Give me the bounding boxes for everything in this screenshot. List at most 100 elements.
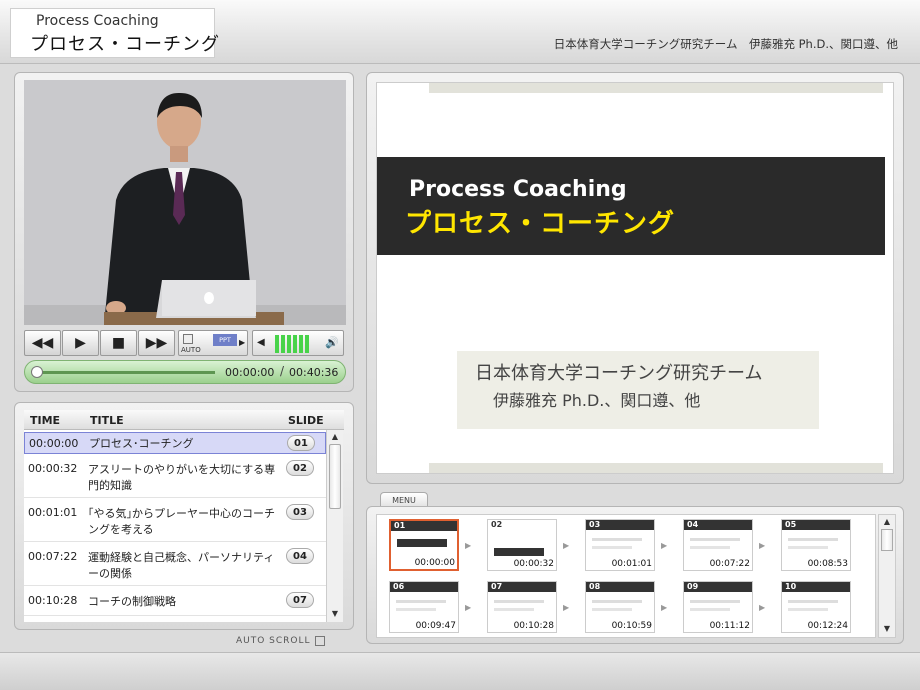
- chapter-time: 00:10:28: [28, 594, 78, 607]
- chapter-row[interactable]: 00:10:28 コーチの制御戦略 07: [24, 588, 326, 616]
- chapter-row[interactable]: 00:00:00 プロセス･コーチング 01: [24, 432, 326, 454]
- chapter-slide-badge: 07: [286, 592, 314, 608]
- auto-scroll-checkbox[interactable]: [314, 636, 325, 646]
- thumb-line: [396, 608, 436, 611]
- chapter-title: アスリートのやりがいを大切にする専門的知識: [88, 463, 276, 492]
- thumb-arrow-icon: ▶: [759, 541, 766, 550]
- scroll-down-icon[interactable]: ▼: [880, 623, 894, 635]
- time-separator: /: [280, 364, 285, 378]
- slide-title-band: Process Coaching プロセス・コーチング: [377, 157, 885, 255]
- thumb-time: 00:00:00: [414, 558, 455, 568]
- seek-bar[interactable]: 00:00:00 / 00:40:36: [24, 360, 346, 384]
- thumb-number: 04: [687, 520, 699, 529]
- slide-thumbnail[interactable]: 06 00:09:47: [389, 581, 459, 633]
- thumb-line: [396, 600, 446, 603]
- thumb-number: 07: [491, 582, 503, 591]
- thumb-arrow-icon: ▶: [563, 541, 570, 550]
- play-icon: ▶: [75, 335, 86, 351]
- rewind-button[interactable]: ◀◀: [24, 330, 61, 356]
- auto-checkbox[interactable]: [183, 334, 193, 344]
- chapter-time: 00:00:32: [28, 462, 78, 475]
- thumb-number: 08: [589, 582, 601, 591]
- chapter-list: 00:00:00 プロセス･コーチング 01 00:00:32 アスリートのやり…: [24, 430, 326, 622]
- slide-thumbnail[interactable]: 05 00:08:53: [781, 519, 851, 571]
- stop-button[interactable]: ■: [100, 330, 137, 356]
- menu-scrollbar[interactable]: ▲ ▼: [878, 514, 896, 638]
- play-button[interactable]: ▶: [62, 330, 99, 356]
- auto-scroll-label: AUTO SCROLL: [236, 636, 311, 646]
- slide-thumbnail[interactable]: 09 00:11:12: [683, 581, 753, 633]
- thumb-arrow-icon: ▶: [563, 603, 570, 612]
- thumb-line: [788, 546, 828, 549]
- slide-title-ja: プロセス・コーチング: [405, 209, 676, 239]
- chapter-slide-badge: 03: [286, 504, 314, 520]
- slide-thumbnail[interactable]: 01 00:00:00: [389, 519, 459, 571]
- volume-bar[interactable]: [287, 335, 291, 353]
- seek-track[interactable]: [35, 371, 215, 374]
- chapter-list-scrollbar[interactable]: ▲ ▼: [326, 430, 343, 622]
- volume-control[interactable]: ◀ 🔊: [252, 330, 344, 356]
- thumb-number: 05: [785, 520, 797, 529]
- chapter-slide-badge: 02: [286, 460, 314, 476]
- thumb-time: 00:10:59: [611, 621, 652, 631]
- chapter-row[interactable]: 00:07:22 運動経験と自己概念、パーソナリティーの関係 04: [24, 544, 326, 586]
- thumb-line: [690, 608, 730, 611]
- slide-thumbnail[interactable]: 10 00:12:24: [781, 581, 851, 633]
- scroll-thumb[interactable]: [881, 529, 893, 551]
- scroll-thumb[interactable]: [329, 444, 341, 509]
- volume-bar[interactable]: [293, 335, 297, 353]
- thumb-line: [592, 546, 632, 549]
- volume-bar[interactable]: [305, 335, 309, 353]
- chapter-row[interactable]: 00:01:01 ｢やる気｣からプレーヤー中心のコーチングを考える 03: [24, 500, 326, 542]
- volume-bar[interactable]: [299, 335, 303, 353]
- thumb-number: 10: [785, 582, 797, 591]
- total-time: 00:40:36: [289, 366, 339, 379]
- auto-slide-toggle[interactable]: AUTO PPT ▶: [178, 330, 248, 356]
- fast-forward-button[interactable]: ▶▶: [138, 330, 175, 356]
- scroll-down-icon[interactable]: ▼: [328, 608, 342, 620]
- thumb-number: 01: [394, 521, 406, 530]
- thumb-line: [788, 608, 828, 611]
- thumb-time: 00:12:24: [807, 621, 848, 631]
- slide-thumbnail[interactable]: 02 00:00:32: [487, 519, 557, 571]
- footer-bar: [0, 652, 920, 690]
- slide-credit-box: 日本体育大学コーチング研究チーム 伊藤雅充 Ph.D.、関口遵、他: [457, 351, 819, 429]
- thumb-time: 00:08:53: [807, 559, 848, 569]
- slide-view: Process Coaching プロセス・コーチング 日本体育大学コーチング研…: [376, 82, 894, 474]
- ppt-arrow-icon[interactable]: ▶: [239, 338, 245, 347]
- rewind-icon: ◀◀: [31, 335, 54, 351]
- chapter-title: コーチの制御戦略: [88, 595, 176, 608]
- chapter-row[interactable]: 00:00:32 アスリートのやりがいを大切にする専門的知識 02: [24, 456, 326, 498]
- slide-thumbnail[interactable]: 03 00:01:01: [585, 519, 655, 571]
- thumb-line: [494, 548, 544, 556]
- volume-bar[interactable]: [281, 335, 285, 353]
- column-header-slide: SLIDE: [288, 414, 324, 427]
- thumb-line: [592, 600, 642, 603]
- slide-thumbnail[interactable]: 08 00:10:59: [585, 581, 655, 633]
- chapter-title: 運動経験と自己概念、パーソナリティーの関係: [88, 551, 275, 580]
- chapter-time: 00:01:01: [28, 506, 78, 519]
- volume-up-icon[interactable]: 🔊: [325, 336, 339, 349]
- scroll-up-icon[interactable]: ▲: [328, 431, 342, 443]
- video-player[interactable]: [24, 80, 346, 325]
- playback-controls: ◀◀ ▶ ■ ▶▶ AUTO PPT ▶ ◀ 🔊: [24, 330, 346, 358]
- slide-title-en: Process Coaching: [409, 177, 627, 202]
- volume-bar[interactable]: [275, 335, 279, 353]
- chapter-slide-badge: 01: [287, 435, 315, 451]
- slide-thumbnail[interactable]: 04 00:07:22: [683, 519, 753, 571]
- chapter-title: ｢やる気｣からプレーヤー中心のコーチングを考える: [88, 507, 275, 536]
- chapter-time: 00:07:22: [28, 550, 78, 563]
- app-title-ja: プロセス・コーチング: [30, 34, 220, 55]
- presenter-video-frame: [24, 80, 346, 325]
- fast-forward-icon: ▶▶: [145, 335, 168, 351]
- ppt-label: PPT: [213, 334, 237, 346]
- slide-thumbnail[interactable]: 07 00:10:28: [487, 581, 557, 633]
- scroll-up-icon[interactable]: ▲: [880, 516, 894, 528]
- auto-scroll-toggle[interactable]: AUTO SCROLL: [236, 633, 332, 649]
- slide-top-bar: [429, 83, 883, 93]
- volume-down-icon[interactable]: ◀: [257, 337, 265, 348]
- thumb-line: [788, 600, 838, 603]
- thumb-time: 00:09:47: [415, 621, 456, 631]
- seek-handle[interactable]: [31, 366, 43, 378]
- column-header-title: TITLE: [90, 414, 124, 427]
